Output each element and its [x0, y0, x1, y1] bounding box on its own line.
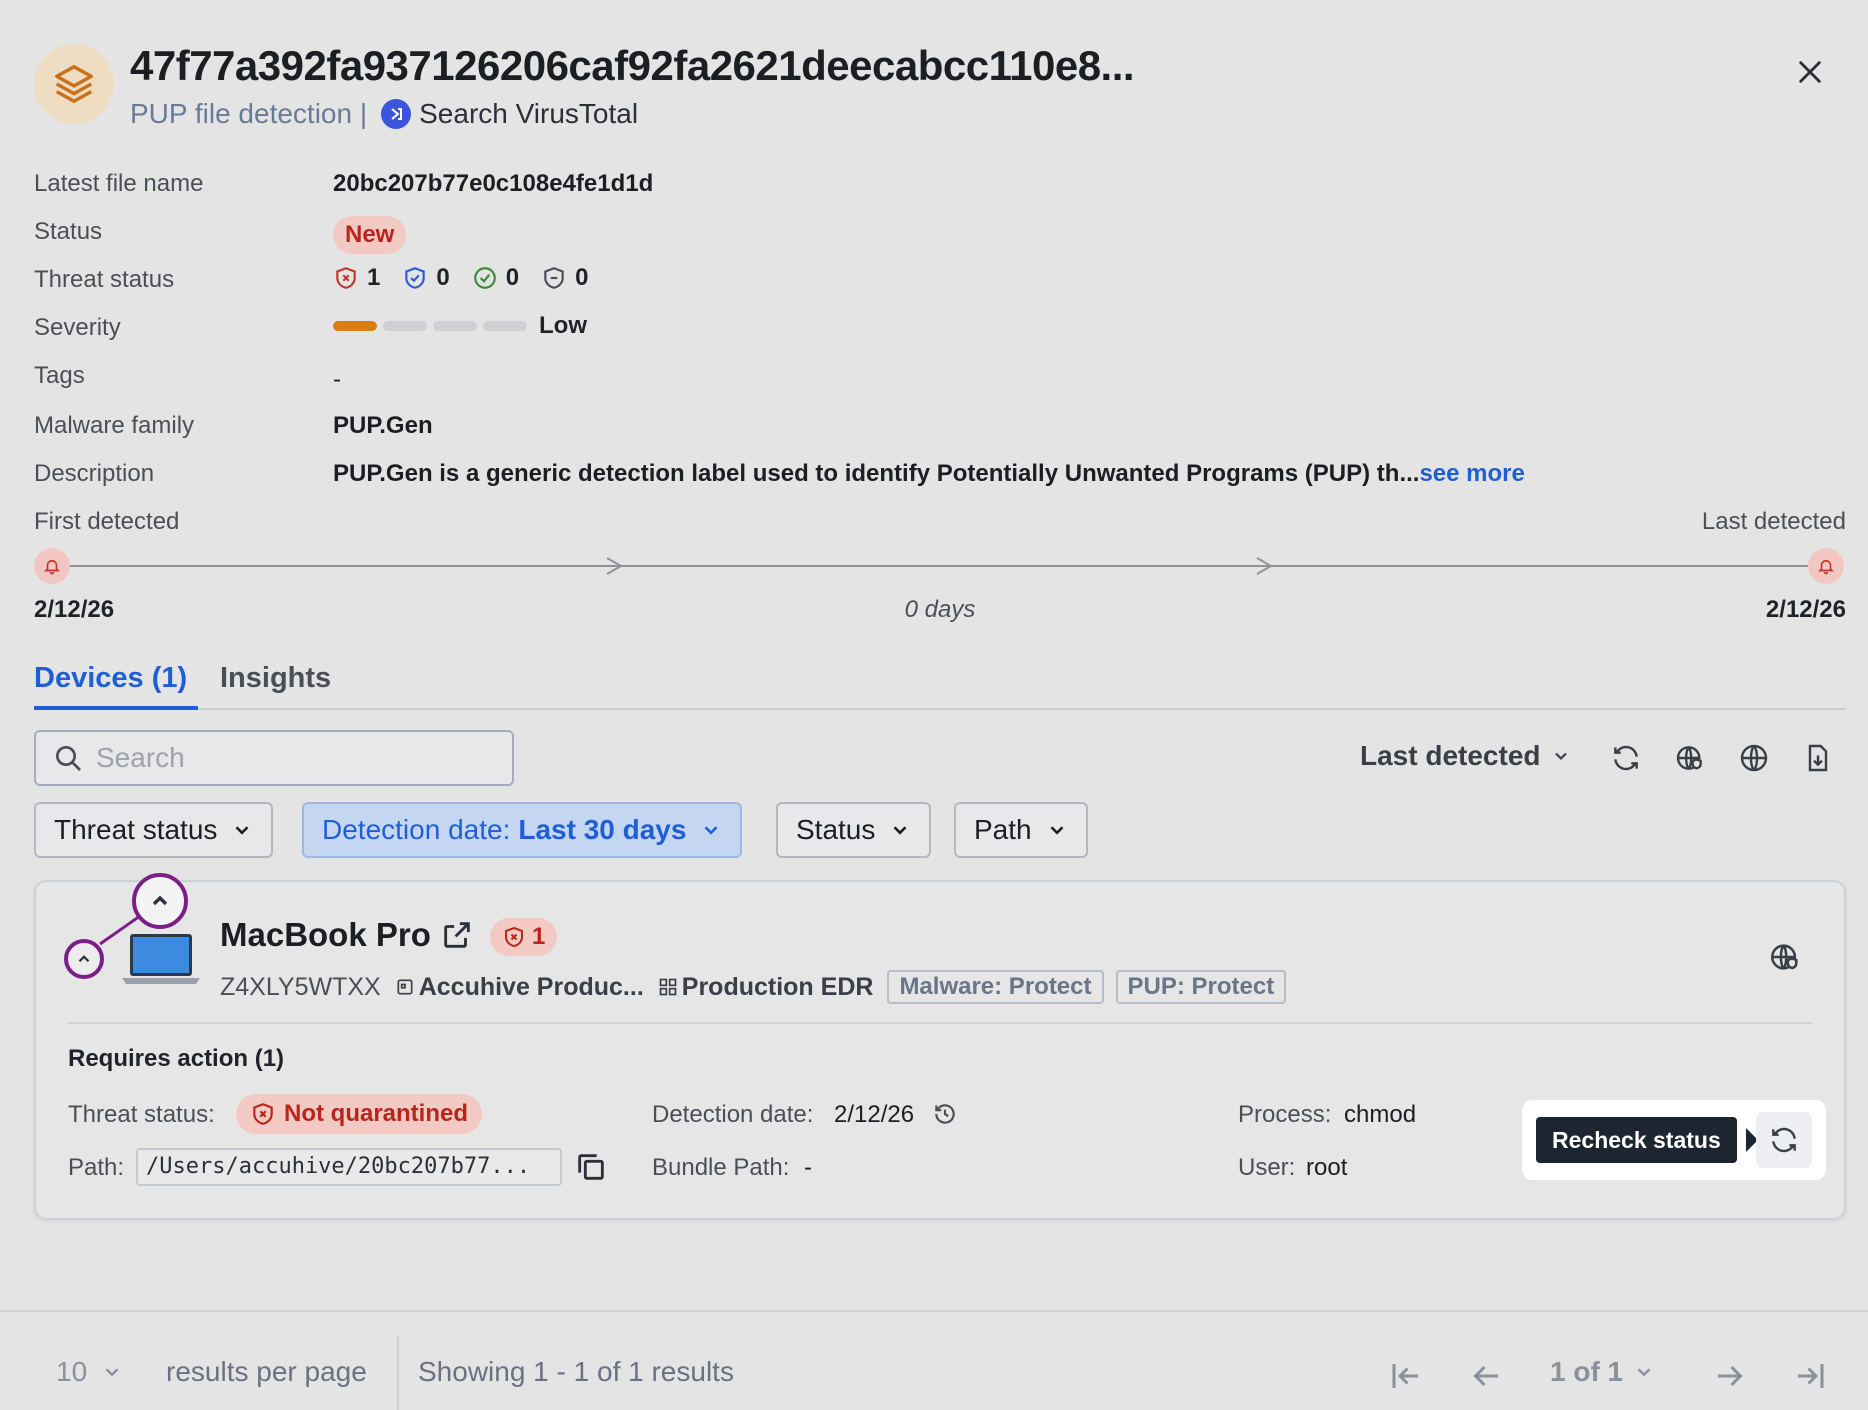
detection-date-value: 2/12/26: [834, 1101, 915, 1128]
last-page-icon: [1798, 1364, 1824, 1388]
copy-path-button[interactable]: [574, 1150, 608, 1184]
last-page-button[interactable]: [1790, 1356, 1830, 1396]
external-link-icon: [444, 922, 470, 948]
user-value: root: [1306, 1154, 1348, 1181]
open-device-button[interactable]: [440, 918, 474, 952]
group-icon: [397, 979, 413, 995]
device-meta: Z4XLY5WTXX Accuhive Produc... Production…: [220, 970, 1298, 1004]
grid-icon: [659, 978, 677, 996]
chevron-down-icon: [1637, 1368, 1651, 1377]
shield-x-icon: [505, 926, 523, 948]
path-label: Path:: [68, 1154, 125, 1181]
refresh-icon: [1772, 1127, 1796, 1153]
process-value: chmod: [1344, 1101, 1417, 1128]
bundle-path-label: Bundle Path:: [652, 1154, 790, 1181]
page-value: 1 of 1: [1550, 1356, 1624, 1387]
prev-page-button[interactable]: [1466, 1356, 1506, 1396]
card-divider: [68, 1022, 1812, 1024]
bundle-path-value: -: [804, 1154, 812, 1181]
device-threat-count: 1: [532, 923, 546, 950]
laptop-icon: [120, 932, 202, 988]
path-value: /Users/accuhive/20bc207b77...: [136, 1148, 562, 1186]
shield-x-icon: [253, 1103, 273, 1125]
device-group[interactable]: Accuhive Produc...: [395, 973, 644, 1002]
page-select[interactable]: 1 of 1: [1550, 1356, 1655, 1388]
arrow-right-icon: [1718, 1365, 1743, 1387]
footer-divider: [0, 1310, 1868, 1312]
footer-separator: [397, 1336, 399, 1410]
detection-date-label: Detection date:: [652, 1101, 814, 1128]
chevron-up-icon: [152, 895, 168, 906]
collapse-toggle-magnified: [132, 873, 188, 929]
history-icon[interactable]: [932, 1101, 958, 1127]
chevron-up-icon: [78, 955, 90, 963]
requires-action-heading: Requires action (1): [68, 1045, 285, 1072]
per-page-select[interactable]: 10: [56, 1356, 123, 1388]
recheck-tooltip: Recheck status: [1536, 1117, 1737, 1163]
process-label: Process:: [1238, 1101, 1332, 1128]
policy-tag-pup: PUP: Protect: [1115, 970, 1287, 1004]
first-page-button[interactable]: [1386, 1356, 1426, 1396]
globe-shield-icon: [1770, 944, 1798, 970]
recheck-status-button[interactable]: [1756, 1112, 1812, 1168]
copy-icon: [578, 1154, 604, 1180]
per-page-value: 10: [56, 1356, 88, 1387]
collapse-toggle[interactable]: [64, 939, 104, 979]
device-name[interactable]: MacBook Pro: [220, 916, 431, 954]
policy-tag-malware: Malware: Protect: [887, 970, 1104, 1004]
annotation-connector: [99, 914, 141, 946]
user-label: User:: [1238, 1154, 1296, 1181]
not-quarantined-badge: Not quarantined: [236, 1094, 482, 1134]
device-threat-badge: 1: [490, 918, 558, 956]
arrow-left-icon: [1473, 1365, 1498, 1387]
device-serial: Z4XLY5WTXX: [220, 972, 381, 1001]
detail-threat-status-label: Threat status:: [68, 1101, 215, 1128]
chevron-down-icon: [105, 1368, 119, 1377]
device-policy[interactable]: Production EDR: [658, 973, 873, 1002]
device-network-button[interactable]: [1768, 940, 1802, 974]
next-page-button[interactable]: [1710, 1356, 1750, 1396]
results-summary: Showing 1 - 1 of 1 results: [418, 1356, 734, 1387]
first-page-icon: [1392, 1364, 1418, 1388]
per-page-label: results per page: [166, 1356, 367, 1387]
